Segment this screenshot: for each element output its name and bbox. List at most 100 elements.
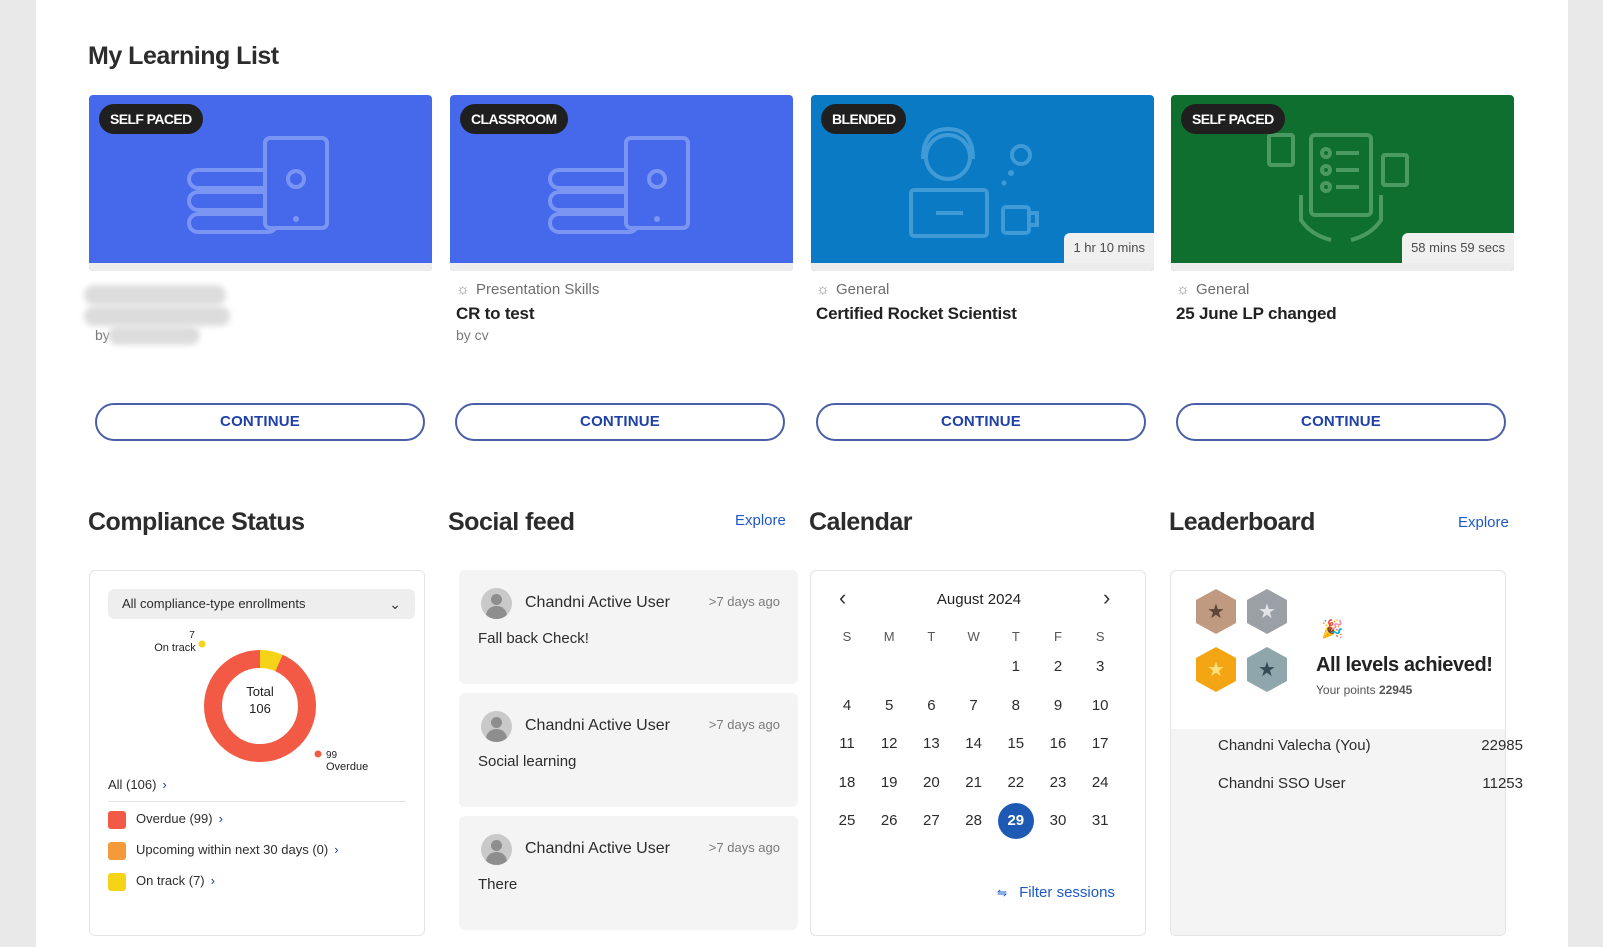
legend-on-track[interactable]: On track (7) ›	[108, 871, 215, 891]
chevron-right-icon: ›	[334, 842, 339, 857]
calendar-day[interactable]: 12	[871, 729, 907, 759]
course-category: ☼ Presentation Skills	[456, 281, 599, 298]
course-category: ☼ General	[816, 281, 889, 298]
continue-button-4[interactable]: CONTINUE	[1176, 403, 1506, 441]
course-duration: 1 hr 10 mins	[1064, 233, 1154, 263]
feed-item[interactable]: Chandni Active User >7 days ago Social l…	[459, 693, 798, 807]
calendar-day[interactable]: 24	[1082, 768, 1118, 798]
compliance-panel: All compliance-type enrollments ⌄ Total …	[89, 570, 425, 936]
legend-label: On track (7)	[136, 873, 205, 888]
calendar-day[interactable]: 23	[1040, 768, 1076, 798]
gold-badge-icon: ★	[1196, 647, 1236, 692]
legend-overdue[interactable]: Overdue (99) ›	[108, 809, 223, 829]
course-card-1[interactable]: SELF PACED	[89, 95, 432, 271]
calendar-day[interactable]: 7	[956, 691, 992, 721]
calendar-day[interactable]: 11	[829, 729, 865, 759]
badge-hexagons: ★ ★ ★ ★	[1196, 589, 1287, 692]
overdue-label: Overdue	[326, 761, 368, 773]
filter-label: Filter sessions	[1019, 884, 1115, 901]
feed-item[interactable]: Chandni Active User >7 days ago Fall bac…	[459, 570, 798, 684]
feed-message: Fall back Check!	[478, 630, 589, 647]
weekday-label: M	[883, 629, 895, 644]
platinum-badge-icon: ★	[1247, 647, 1287, 692]
calendar-day[interactable]: 27	[913, 806, 949, 836]
chevron-down-icon: ⌄	[389, 596, 401, 612]
svg-text:★: ★	[1207, 659, 1225, 681]
calendar-day[interactable]: 28	[956, 806, 992, 836]
calendar-day[interactable]: 1	[998, 652, 1034, 682]
calendar-day[interactable]: 13	[913, 729, 949, 759]
calendar-day[interactable]: 4	[829, 691, 865, 721]
calendar-day[interactable]: 25	[829, 806, 865, 836]
social-explore-link[interactable]: Explore	[735, 512, 786, 529]
calendar-day[interactable]: 16	[1040, 729, 1076, 759]
calendar-day[interactable]: 20	[913, 768, 949, 798]
calendar-day-selected[interactable]: 29	[997, 803, 1034, 840]
on-track-label: On track	[154, 642, 196, 654]
calendar-day[interactable]: 2	[1040, 652, 1076, 682]
continue-button-1[interactable]: CONTINUE	[95, 403, 425, 441]
continue-button-3[interactable]: CONTINUE	[816, 403, 1146, 441]
calendar-day[interactable]: 9	[1040, 691, 1076, 721]
weekday-label: S	[1095, 629, 1105, 644]
course-title[interactable]: CR to test	[456, 304, 534, 324]
compliance-type-dropdown[interactable]: All compliance-type enrollments ⌄	[108, 589, 415, 619]
leader-points: 11253	[1482, 775, 1523, 792]
next-month-button[interactable]: ›	[1103, 585, 1110, 611]
on-track-count: 7	[189, 630, 195, 641]
calendar-month: August 2024	[936, 591, 1022, 608]
filter-sessions-link[interactable]: ⇋ Filter sessions	[997, 884, 1115, 901]
calendar-day[interactable]: 21	[956, 768, 992, 798]
calendar-day[interactable]: 15	[998, 729, 1034, 759]
calendar-title: Calendar	[809, 508, 912, 536]
filter-icon: ⇋	[997, 886, 1008, 900]
leader-name: Chandni SSO User	[1218, 775, 1346, 792]
course-category-label: Presentation Skills	[476, 281, 600, 298]
avatar	[481, 834, 512, 865]
calendar-day[interactable]: 26	[871, 806, 907, 836]
divider	[108, 801, 406, 802]
continue-button-2[interactable]: CONTINUE	[455, 403, 785, 441]
lightbulb-icon: ☼	[456, 281, 470, 298]
course-type-badge: SELF PACED	[99, 104, 203, 134]
card-progress-strip	[89, 263, 432, 271]
calendar-day[interactable]: 18	[829, 768, 865, 798]
course-card-4[interactable]: SELF PACED 58 mins 59 secs	[1171, 95, 1514, 271]
redacted-author	[108, 326, 200, 345]
silver-badge-icon: ★	[1247, 589, 1287, 634]
card-progress-strip	[811, 263, 1154, 271]
calendar-day[interactable]: 30	[1040, 806, 1076, 836]
course-card-3[interactable]: BLENDED 1 hr 10 mins	[811, 95, 1154, 271]
dropdown-value: All compliance-type enrollments	[122, 596, 306, 611]
leaderboard-row[interactable]: Chandni Valecha (You) 22985	[1218, 737, 1523, 754]
course-category-label: General	[836, 281, 890, 298]
weekday-label: T	[927, 629, 936, 644]
calendar-day[interactable]: 6	[913, 691, 949, 721]
course-title[interactable]: 25 June LP changed	[1176, 304, 1337, 324]
calendar-day[interactable]: 10	[1082, 691, 1118, 721]
calendar-day[interactable]: 17	[1082, 729, 1118, 759]
course-title[interactable]: Certified Rocket Scientist	[816, 304, 1017, 324]
chevron-right-icon: ›	[218, 811, 223, 826]
feed-item[interactable]: Chandni Active User >7 days ago There	[459, 816, 798, 930]
chevron-right-icon: ›	[210, 873, 215, 888]
legend-upcoming[interactable]: Upcoming within next 30 days (0) ›	[108, 840, 339, 860]
card-progress-strip	[1171, 263, 1514, 271]
calendar-day[interactable]: 3	[1082, 652, 1118, 682]
leaderboard-explore-link[interactable]: Explore	[1458, 514, 1509, 531]
all-enrollments-link[interactable]: All (106) ›	[108, 777, 167, 792]
redacted-category	[84, 285, 226, 305]
calendar-day[interactable]: 5	[871, 691, 907, 721]
course-card-2[interactable]: CLASSROOM	[450, 95, 793, 271]
all-link-label: All (106)	[108, 777, 157, 792]
social-feed-title: Social feed	[448, 508, 575, 536]
calendar-day[interactable]: 22	[998, 768, 1034, 798]
calendar-day[interactable]: 19	[871, 768, 907, 798]
leaderboard-row[interactable]: Chandni SSO User 11253	[1218, 775, 1523, 792]
calendar-day[interactable]: 31	[1082, 806, 1118, 836]
calendar-day[interactable]: 14	[956, 729, 992, 759]
bronze-badge-icon: ★	[1196, 589, 1236, 634]
feed-time: >7 days ago	[708, 840, 780, 855]
points-label: Your points	[1316, 683, 1376, 697]
calendar-day[interactable]: 8	[998, 691, 1034, 721]
